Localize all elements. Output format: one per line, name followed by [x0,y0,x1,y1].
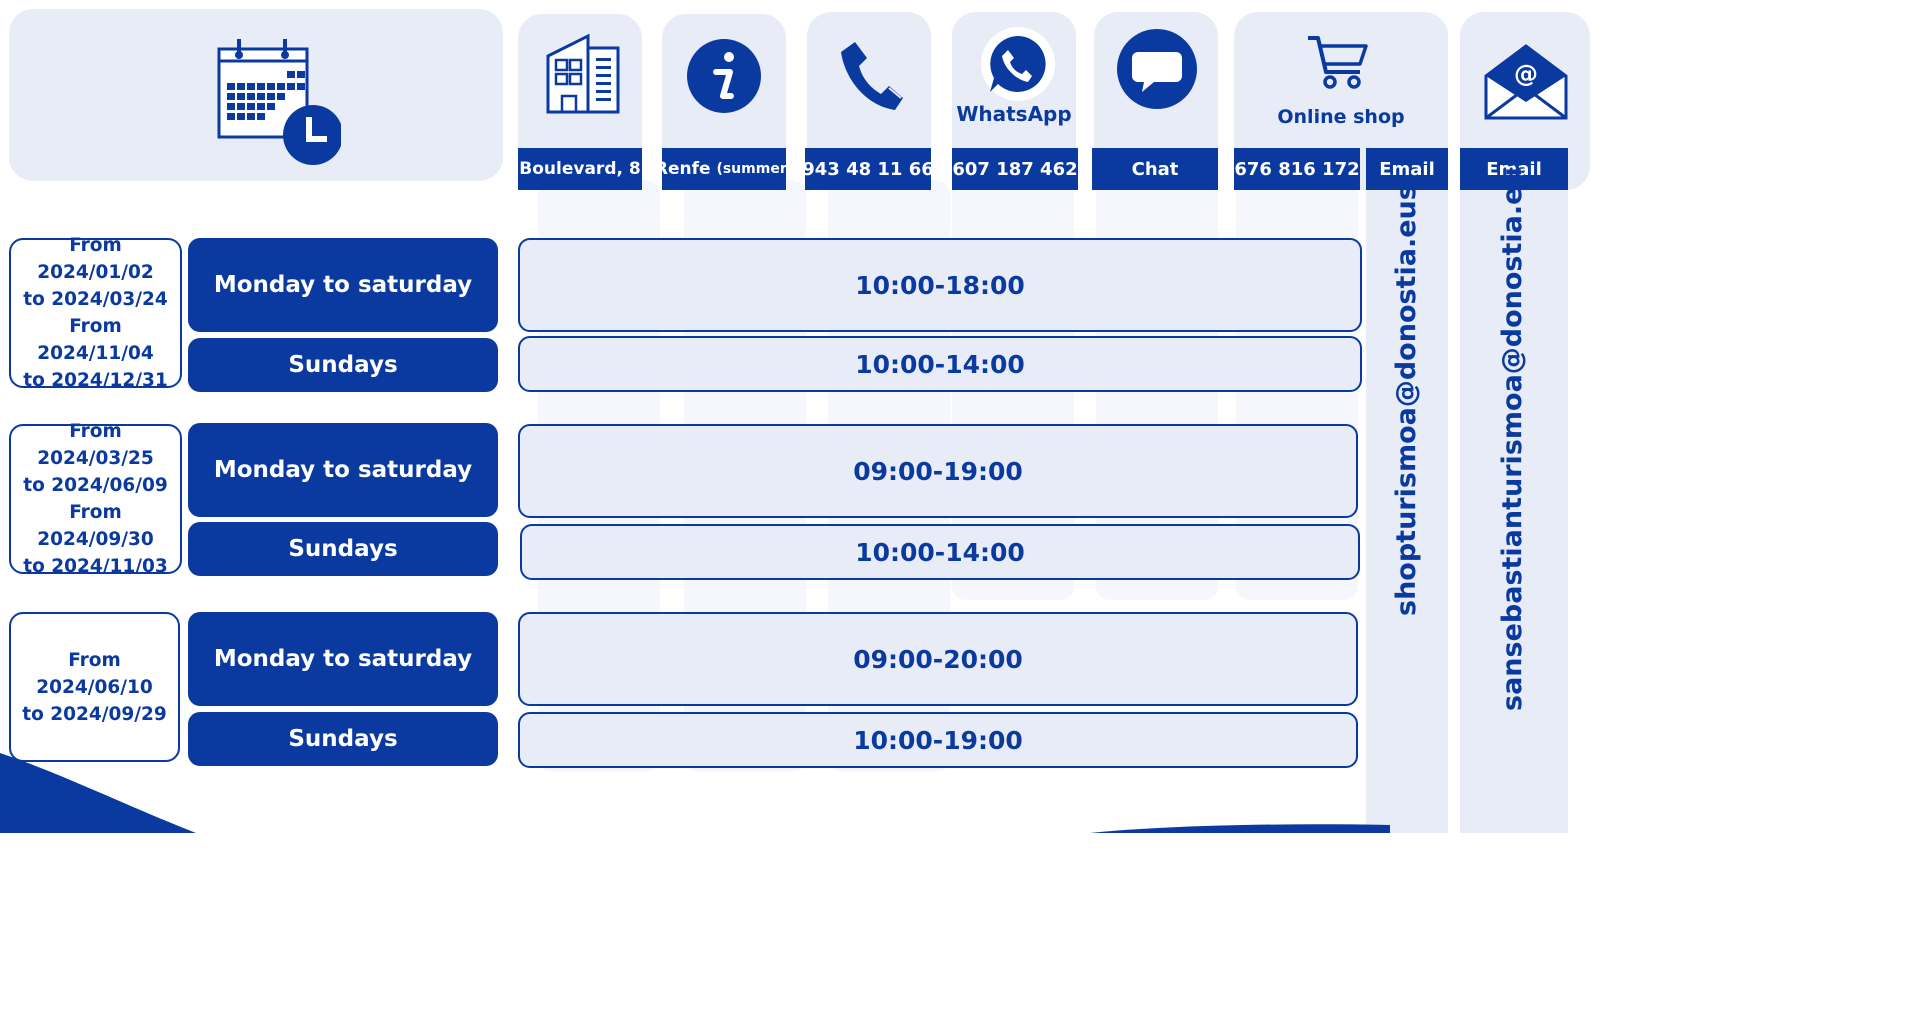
date-line: From 2024/06/10 [36,649,153,698]
period-1-weekday-label: Monday to saturday [188,238,498,332]
shopping-cart-icon [1308,36,1368,89]
general-email-address[interactable]: sansebastianturismoa@donostia.eus [1497,151,1531,711]
label-phone[interactable]: 943 48 11 66 [802,148,934,190]
period-2-weekday-label: Monday to saturday [188,423,498,517]
envelope-at-icon: @ [1484,44,1568,120]
period-3-sunday-hours: 10:00-19:00 [518,712,1358,768]
info-icon [687,39,761,113]
period-1-dates: From 2024/01/02 to 2024/03/24 From 2024/… [9,235,182,391]
period-1-sunday-label: Sundays [188,338,498,392]
period-2-dates: From 2024/03/25 to 2024/06/09 From 2024/… [9,421,182,577]
period-2-sunday-hours: 10:00-14:00 [520,524,1360,580]
period-3-weekday-hours: 09:00-20:00 [518,612,1358,706]
label-renfe-suffix: (summer) [716,161,794,177]
period-3-dates: From 2024/06/10 to 2024/09/29 [9,612,180,762]
period-2-sunday-label: Sundays [188,522,498,576]
whatsapp-icon [981,27,1055,101]
period-2-weekday-hours: 09:00-19:00 [518,424,1358,518]
label-chat[interactable]: Chat [1092,148,1218,190]
date-line: to 2024/09/29 [22,703,167,725]
date-line: From 2024/03/25 [37,421,154,469]
calendar-header-card [9,9,503,181]
decorative-swoosh-right [1090,824,1390,833]
date-line: From 2024/11/04 [37,316,154,364]
period-1-sunday-hours: 10:00-14:00 [518,336,1362,392]
period-3-weekday-label: Monday to saturday [188,612,498,706]
shop-email-address[interactable]: shopturismoa@donostia.eus [1391,184,1425,616]
label-renfe: Renfe (summer) [655,148,793,190]
chat-bubble-icon [1117,29,1197,109]
decorative-swoosh-left [0,753,196,833]
date-line: to 2024/06/09 [23,475,168,496]
date-line: From 2024/09/30 [37,502,154,550]
label-boulevard: Boulevard, 8 [518,148,642,190]
period-3-sunday-label: Sundays [188,712,498,766]
svg-text:@: @ [1514,60,1538,88]
building-icon [546,33,620,114]
label-online-shop[interactable]: 676 816 172 [1234,148,1360,190]
date-line: to 2024/12/31 [23,370,168,391]
online-shop-caption: Online shop [1277,106,1405,128]
phone-icon [841,41,903,110]
label-whatsapp[interactable]: 607 187 462 [952,148,1078,190]
period-1-weekday-hours: 10:00-18:00 [518,238,1362,332]
calendar-clock-icon [217,39,341,165]
whatsapp-caption: WhatsApp [956,102,1072,126]
date-line: to 2024/11/03 [23,556,168,577]
date-line: From 2024/01/02 [37,235,154,283]
date-line: to 2024/03/24 [23,289,168,310]
